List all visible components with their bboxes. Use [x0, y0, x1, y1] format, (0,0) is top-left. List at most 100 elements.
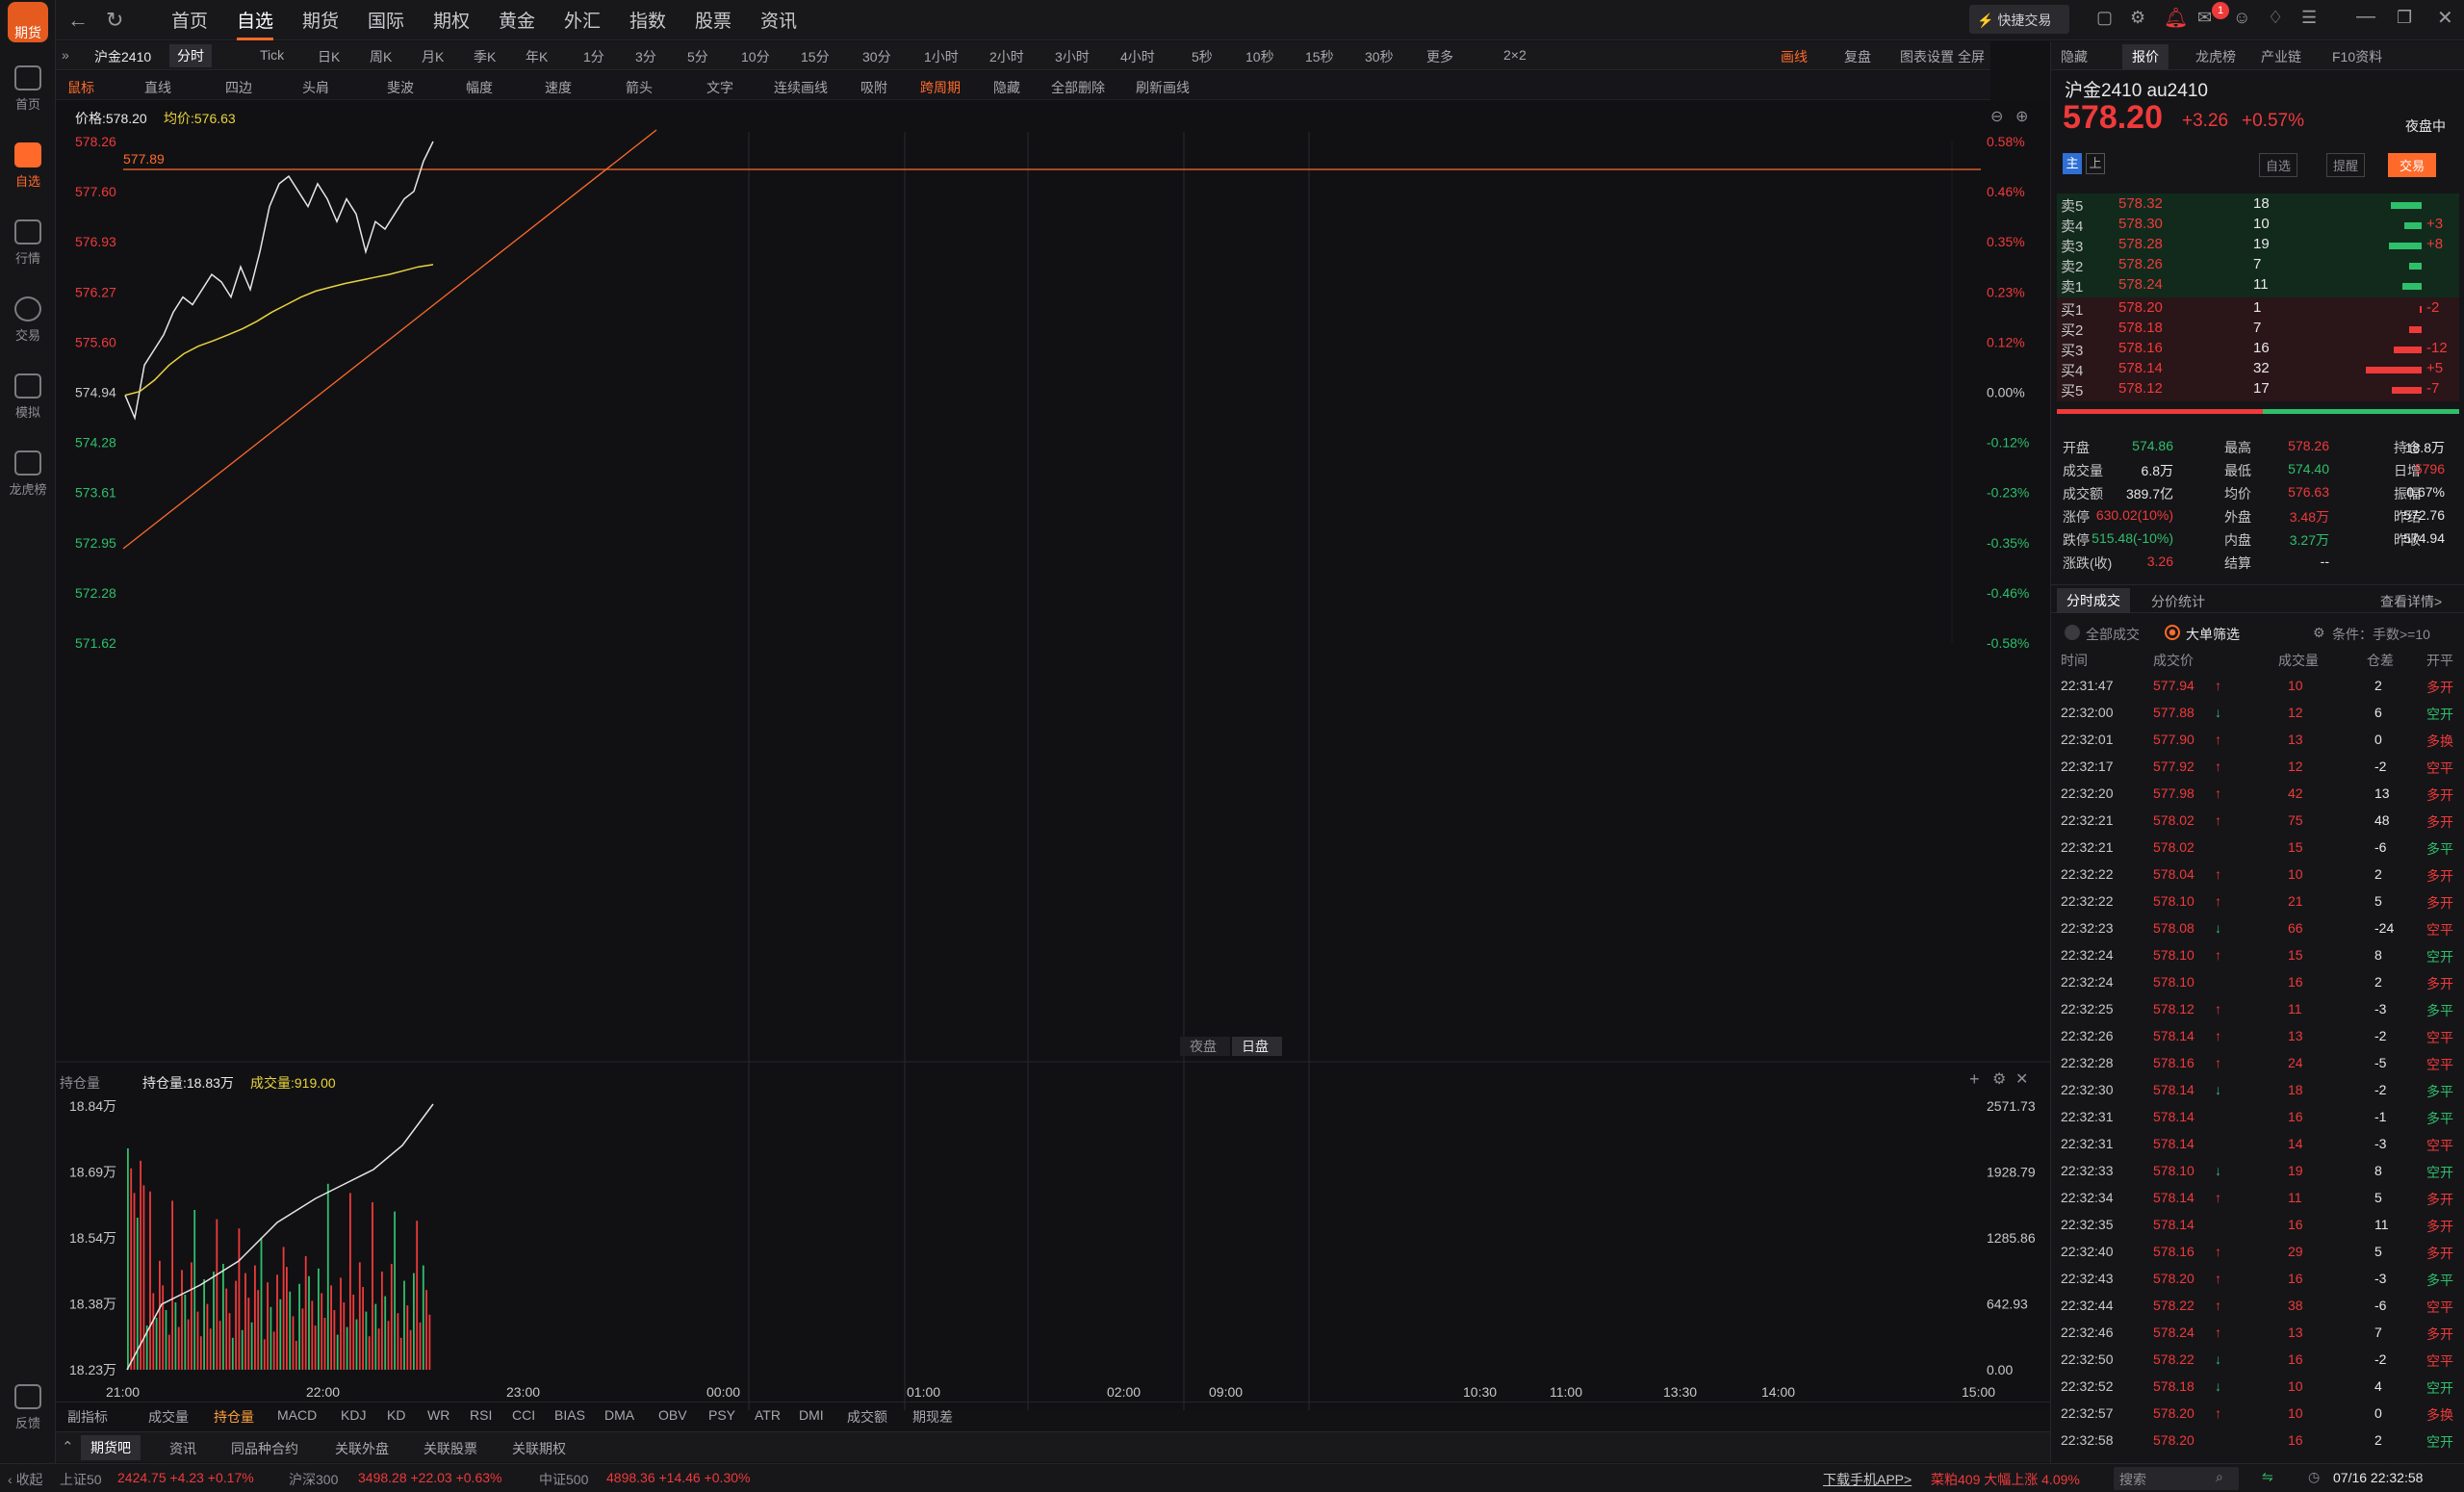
oi-dropdown[interactable]: 持仓量: [60, 1073, 100, 1093]
intraday-chart[interactable]: 578.26 577.60 576.93 576.27 575.60 574.94 574.…: [56, 101, 2050, 1410]
fib-tool[interactable]: 斐波: [387, 78, 414, 97]
hide-panel-button[interactable]: 隐藏: [2061, 47, 2088, 66]
nav-home[interactable]: 首页: [171, 7, 208, 33]
trade-row[interactable]: 22:32:24 578.10 ↑ 15 8 空开: [2061, 942, 2457, 969]
more-dropdown[interactable]: 更多: [1426, 47, 1453, 66]
bid-row[interactable]: 买4 578.14 32 +5: [2061, 360, 2455, 380]
period-tab[interactable]: 5秒: [1192, 47, 1213, 66]
filter-condition[interactable]: 条件：手数>=10: [2332, 625, 2430, 644]
window-icon[interactable]: ▢: [2096, 8, 2113, 28]
period-tab[interactable]: 季K: [474, 47, 496, 66]
sidebar-item-sim[interactable]: 模拟: [0, 368, 56, 431]
period-tab[interactable]: 15分: [801, 47, 830, 66]
trade-row[interactable]: 22:32:00 577.88 ↓ 12 6 空开: [2061, 700, 2457, 727]
nav-stocks[interactable]: 股票: [695, 7, 732, 33]
period-tab[interactable]: 4小时: [1120, 47, 1155, 66]
indicator-tab[interactable]: 成交量: [148, 1407, 189, 1427]
indicator-tab[interactable]: 副指标: [67, 1407, 108, 1427]
sidebar-item-market[interactable]: 行情: [0, 214, 56, 277]
trade-row[interactable]: 22:32:21 578.02 15 -6 多平: [2061, 835, 2457, 862]
bid-row[interactable]: 买5 578.12 17 -7: [2061, 380, 2455, 400]
indicator-tab[interactable]: ATR: [755, 1407, 781, 1423]
add-watch-button[interactable]: 自选: [2259, 153, 2298, 177]
radio-big-orders[interactable]: [2165, 625, 2180, 640]
continuous-line-tool[interactable]: 连续画线: [774, 78, 828, 97]
search-input[interactable]: 搜索 ⌕: [2114, 1467, 2239, 1490]
news-ticker[interactable]: 菜粕409 大幅上涨 4.09%: [1931, 1470, 2080, 1489]
tab-stocks[interactable]: 关联股票: [424, 1439, 477, 1458]
indicator-tab[interactable]: MACD: [277, 1407, 317, 1423]
bid-row[interactable]: 买1 578.20 1 -2: [2061, 299, 2455, 320]
period-tab[interactable]: 3小时: [1055, 47, 1090, 66]
tab-same[interactable]: 同品种合约: [231, 1439, 298, 1458]
trade-row[interactable]: 22:32:43 578.20 ↑ 16 -3 多平: [2061, 1266, 2457, 1293]
tab-forum[interactable]: 期货吧: [81, 1435, 141, 1460]
user-icon[interactable]: ☺: [2233, 8, 2250, 28]
menu-icon[interactable]: ☰: [2301, 8, 2317, 28]
trade-row[interactable]: 22:32:31 578.14 16 -1 多平: [2061, 1104, 2457, 1131]
period-tab[interactable]: 1小时: [924, 47, 959, 66]
period-tab[interactable]: 10分: [741, 47, 770, 66]
nav-intl[interactable]: 国际: [368, 7, 404, 33]
view-details-link[interactable]: 查看详情>: [2380, 592, 2442, 611]
tab-ticks[interactable]: 分时成交: [2057, 588, 2130, 613]
trade-row[interactable]: 22:32:33 578.10 ↓ 19 8 空开: [2061, 1158, 2457, 1185]
gear-icon[interactable]: ⚙: [2313, 625, 2325, 641]
download-app-link[interactable]: 下载手机APP>: [1823, 1470, 1912, 1489]
indicator-tab[interactable]: 成交额: [847, 1407, 887, 1427]
speed-tool[interactable]: 速度: [545, 78, 572, 97]
text-tool[interactable]: 文字: [706, 78, 733, 97]
indicator-tab[interactable]: BIAS: [554, 1407, 585, 1423]
ask-row[interactable]: 卖5 578.32 18: [2061, 195, 2455, 216]
head-shoulder-tool[interactable]: 头肩: [302, 78, 329, 97]
trade-button[interactable]: 交易: [2388, 153, 2437, 177]
indicator-tab[interactable]: CCI: [512, 1407, 535, 1423]
nav-index[interactable]: 指数: [629, 7, 666, 33]
gear-icon[interactable]: ⚙: [2130, 8, 2145, 28]
trade-row[interactable]: 22:32:26 578.14 ↑ 13 -2 空平: [2061, 1023, 2457, 1050]
quad-tool[interactable]: 四边: [225, 78, 252, 97]
symbol-label[interactable]: 沪金2410: [94, 47, 151, 66]
indicator-tab[interactable]: RSI: [470, 1407, 492, 1423]
close-icon[interactable]: ✕: [2437, 6, 2453, 30]
minimize-icon[interactable]: —: [2356, 6, 2375, 28]
tab-f10[interactable]: F10资料: [2332, 47, 2382, 66]
nav-gold[interactable]: 黄金: [499, 7, 535, 33]
bell-icon[interactable]: 🔔︎: [2164, 6, 2188, 30]
back-icon[interactable]: ←: [67, 8, 89, 33]
tab-price-stats[interactable]: 分价统计: [2151, 592, 2205, 611]
bid-row[interactable]: 买3 578.16 16 -12: [2061, 340, 2455, 360]
app-logo[interactable]: 期货: [8, 2, 48, 42]
nav-options[interactable]: 期权: [433, 7, 470, 33]
trade-row[interactable]: 22:32:23 578.08 ↓ 66 -24 空平: [2061, 915, 2457, 942]
trade-row[interactable]: 22:31:47 577.94 ↑ 10 2 多开: [2061, 673, 2457, 700]
ask-row[interactable]: 卖2 578.26 7: [2061, 256, 2455, 276]
close-icon[interactable]: ✕: [2015, 1069, 2028, 1089]
bid-row[interactable]: 买2 578.18 7: [2061, 320, 2455, 340]
quick-trade-button[interactable]: ⚡ 快捷交易: [1969, 5, 2069, 34]
sidebar-item-dragon[interactable]: 龙虎榜: [0, 445, 56, 508]
feedback-button[interactable]: 反馈: [0, 1378, 56, 1442]
tab-options[interactable]: 关联期权: [512, 1439, 566, 1458]
tab-news[interactable]: 资讯: [169, 1439, 196, 1458]
tab-foreign[interactable]: 关联外盘: [335, 1439, 389, 1458]
trade-row[interactable]: 22:32:24 578.10 16 2 多开: [2061, 969, 2457, 996]
layout-dropdown[interactable]: 2×2: [1503, 47, 1527, 63]
delete-all-tool[interactable]: 全部删除: [1051, 78, 1105, 97]
period-tab[interactable]: 日K: [318, 47, 340, 66]
restore-icon[interactable]: ❐: [2397, 8, 2412, 28]
snap-tool[interactable]: 吸附: [860, 78, 887, 97]
trade-row[interactable]: 22:32:57 578.20 ↑ 10 0 多换: [2061, 1401, 2457, 1428]
radio-all[interactable]: [2065, 625, 2080, 640]
trade-row[interactable]: 22:32:44 578.22 ↑ 38 -6 空平: [2061, 1293, 2457, 1320]
trade-row[interactable]: 22:32:28 578.16 ↑ 24 -5 空平: [2061, 1050, 2457, 1077]
trade-row[interactable]: 22:32:58 578.20 16 2 空开: [2061, 1428, 2457, 1454]
trade-row[interactable]: 22:32:25 578.12 ↑ 11 -3 多平: [2061, 996, 2457, 1023]
period-tab[interactable]: 2小时: [989, 47, 1024, 66]
period-tab[interactable]: 30秒: [1365, 47, 1394, 66]
range-tool[interactable]: 幅度: [466, 78, 493, 97]
trade-row[interactable]: 22:32:52 578.18 ↓ 10 4 空开: [2061, 1374, 2457, 1401]
nav-news[interactable]: 资讯: [760, 7, 797, 33]
period-tab[interactable]: 年K: [526, 47, 548, 66]
sidebar-item-watchlist[interactable]: 自选: [0, 137, 56, 200]
